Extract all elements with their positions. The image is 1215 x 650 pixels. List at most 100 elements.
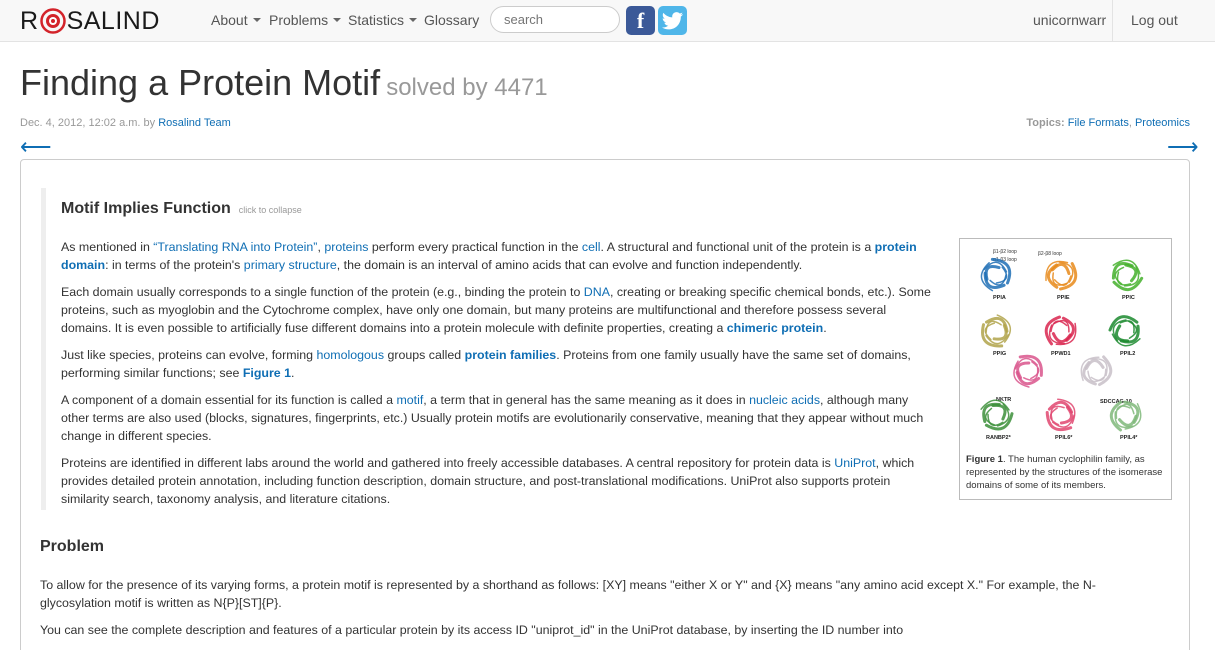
topic-proteomics[interactable]: Proteomics [1135,117,1190,129]
search-input[interactable] [490,6,620,33]
twitter-bird-icon [661,11,683,29]
protein-label: PPIL2 [1120,351,1135,357]
protein-label: PPIL6* [1055,435,1073,441]
next-problem-arrow-icon[interactable]: ⟶ [1167,134,1199,160]
ribbon-strand [1052,272,1068,286]
caption-label: Figure 1 [966,454,1003,465]
link-primary-structure[interactable]: primary structure [244,258,337,272]
protein-structure [1080,355,1113,387]
post-meta: Dec. 4, 2012, 12:02 a.m. by Rosalind Tea… [20,117,231,129]
nav-statistics[interactable]: Statistics [348,12,418,28]
text: , a term that in general has the same me… [423,393,750,407]
paragraph-4: A component of a domain essential for it… [61,391,931,445]
protein-structure [1045,398,1076,432]
facebook-icon[interactable]: f [626,6,655,35]
problem-paragraph-2: You can see the complete description and… [40,623,904,637]
nav-about[interactable]: About [211,12,261,28]
nav-problems[interactable]: Problems [269,12,342,28]
page-title: Finding a Protein Motif solved by 4471 [20,62,548,104]
ribbon-strand [1114,266,1125,285]
link-figure-1[interactable]: Figure 1 [243,366,291,380]
ribbon-strand [1115,405,1131,419]
link-chimeric-protein[interactable]: chimeric protein [727,321,823,335]
protein-structure [980,257,1012,292]
figure-caption: Figure 1. The human cyclophilin family, … [966,453,1168,492]
username-link[interactable]: unicornwarr [1033,12,1106,28]
link-nucleic-acids[interactable]: nucleic acids [749,393,820,407]
chevron-down-icon [409,18,418,23]
twitter-icon[interactable] [658,6,687,35]
topics: Topics: File Formats, Proteomics [1026,117,1190,129]
protein-structure [1111,259,1144,291]
nav-statistics-label: Statistics [348,12,405,28]
protein-structure [1045,260,1078,291]
ribbon-strand [984,264,1001,281]
protein-label: PPIE [1057,295,1070,301]
collapse-link[interactable]: click to collapse [239,205,302,215]
logo-text-salind: SALIND [66,6,160,35]
chevron-down-icon [252,18,261,23]
protein-structure [981,314,1012,348]
problem-box: Motif Implies Function click to collapse … [20,159,1190,650]
protein-label: PPIG [993,351,1006,357]
link-dna[interactable]: DNA [584,285,610,299]
ribbon-strand [1118,414,1138,427]
ribbon-strand [1124,263,1138,283]
nav-glossary[interactable]: Glossary [424,12,479,28]
protein-label: PPWD1 [1051,351,1071,357]
protein-structure [1013,354,1043,388]
logout-link[interactable]: Log out [1131,12,1178,28]
protein-label: PPIL4* [1120,435,1138,441]
link-cell[interactable]: cell [582,240,601,254]
protein-structure [980,399,1014,431]
loop-label: β1-β2 loop [993,249,1017,255]
link-uniprot[interactable]: UniProt [834,456,875,470]
paragraph-2: Each domain usually corresponds to a sin… [61,283,931,337]
link-protein-families[interactable]: protein families [465,348,557,362]
cyclophilin-structures-image: β1-β2 loop α1-β3 loop β2-β8 loop PPIA PPI… [980,249,1144,441]
ribbon-strand [1115,324,1130,343]
ribbon-strand [991,403,1007,421]
protein-structure [1108,315,1141,347]
text: : in terms of the protein's [105,258,244,272]
logo-text-r: R [20,6,39,35]
ribbon-strand [1090,368,1107,382]
loop-label: β2-β8 loop [1038,251,1062,257]
text: Proteins are identified in different lab… [61,456,835,470]
link-proteins[interactable]: proteins [324,240,368,254]
prev-problem-arrow-icon[interactable]: ⟵ [20,134,52,160]
text: A component of a domain essential for it… [61,393,397,407]
text: . [823,321,827,335]
text: Each domain usually corresponds to a sin… [61,285,584,299]
text: , the domain is an interval of amino aci… [336,258,803,272]
protein-label: PPIC [1122,295,1135,301]
link-motif[interactable]: motif [396,393,423,407]
text: Just like species, proteins can evolve, … [61,348,317,362]
problem-heading: Problem [40,538,105,555]
chevron-down-icon [333,18,342,23]
rosalind-logo[interactable]: R SALIND [20,6,160,36]
ribbon-strand [1051,262,1071,275]
author-link[interactable]: Rosalind Team [158,117,231,129]
paragraph-1: As mentioned in “Translating RNA into Pr… [61,238,931,274]
nav-problems-label: Problems [269,12,329,28]
paragraph-3: Just like species, proteins can evolve, … [61,346,931,382]
protein-label: PPIA [993,295,1006,301]
ribbon-strand [1016,361,1031,380]
protein-structure [1109,400,1142,432]
ribbon-strand [1116,271,1132,286]
paragraph-5: Proteins are identified in different lab… [61,454,931,508]
ribbon-strand [1059,405,1074,425]
protein-label: RANBP2* [986,435,1012,441]
text: groups called [384,348,465,362]
text: perform every practical function in the [368,240,582,254]
link-homologous[interactable]: homologous [317,348,385,362]
navbar-divider [1112,0,1113,42]
nav-about-label: About [211,12,248,28]
topic-file-formats[interactable]: File Formats [1068,117,1129,129]
link-translating-rna[interactable]: “Translating RNA into Protein” [153,240,317,254]
text: . [291,366,295,380]
section-title[interactable]: Motif Implies Function click to collapse [61,200,302,218]
text: As mentioned in [61,240,154,254]
ribbon-strand [1050,320,1068,333]
